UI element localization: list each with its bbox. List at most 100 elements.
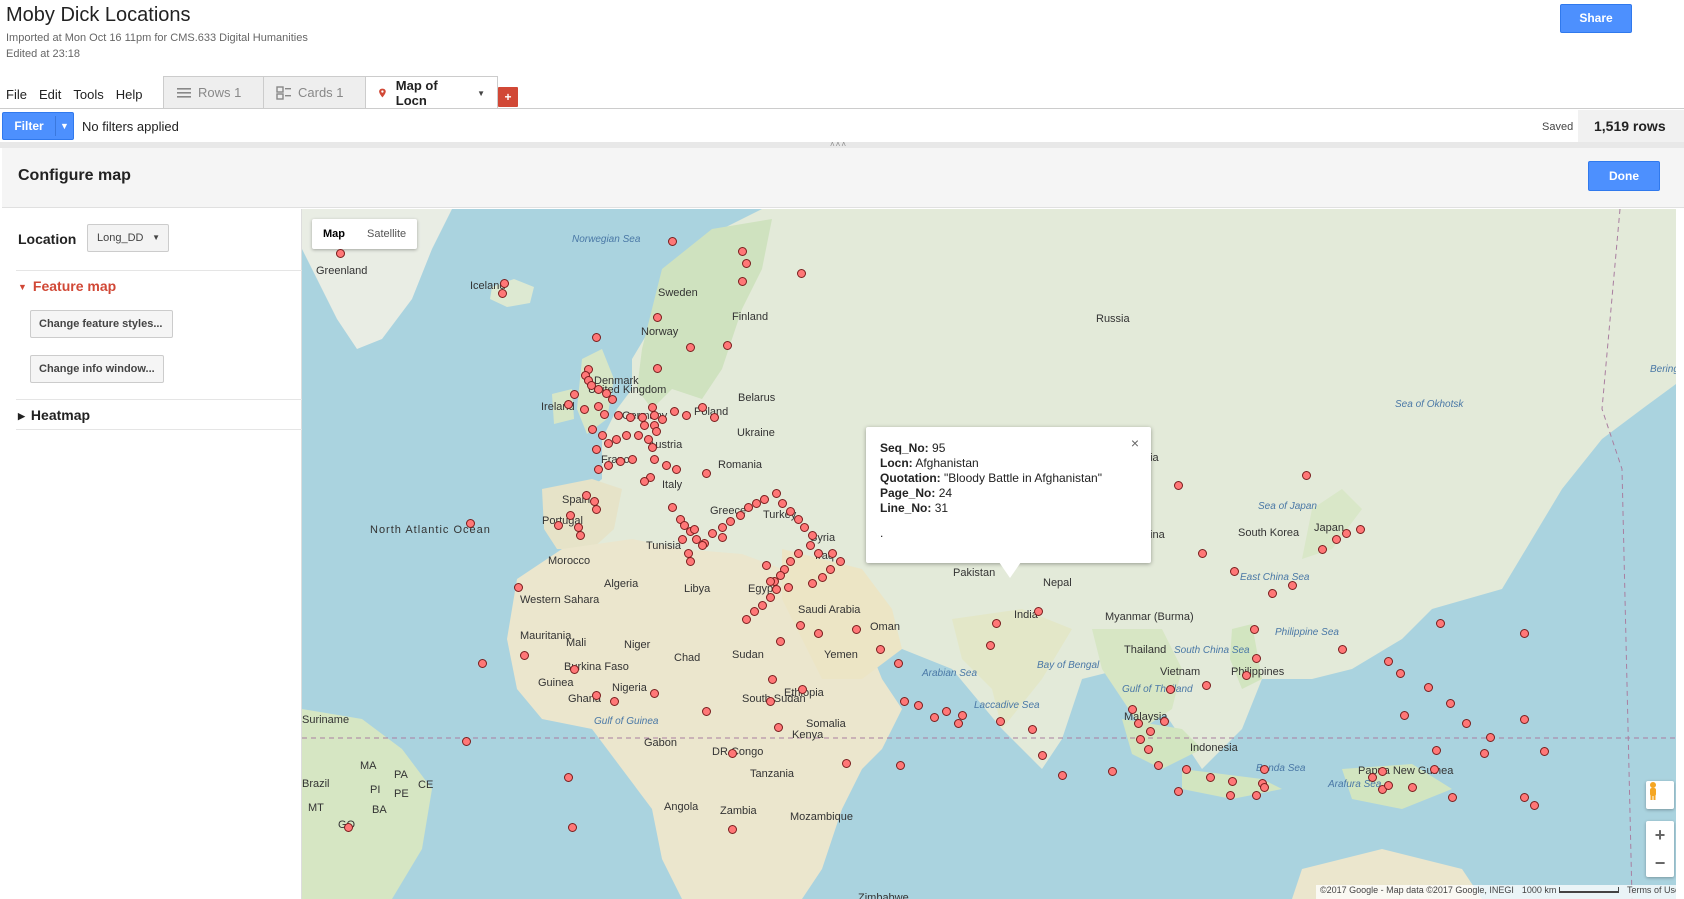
location-marker[interactable] bbox=[762, 561, 771, 570]
location-marker[interactable] bbox=[786, 557, 795, 566]
location-marker[interactable] bbox=[1268, 589, 1277, 598]
location-marker[interactable] bbox=[954, 719, 963, 728]
location-marker[interactable] bbox=[1174, 481, 1183, 490]
location-marker[interactable] bbox=[876, 645, 885, 654]
location-marker[interactable] bbox=[1206, 773, 1215, 782]
location-marker[interactable] bbox=[723, 341, 732, 350]
heatmap-toggle[interactable]: ▶ Heatmap bbox=[18, 407, 90, 423]
location-marker[interactable] bbox=[344, 823, 353, 832]
location-marker[interactable] bbox=[652, 427, 661, 436]
location-marker[interactable] bbox=[738, 247, 747, 256]
location-marker[interactable] bbox=[1134, 719, 1143, 728]
location-marker[interactable] bbox=[1166, 685, 1175, 694]
location-marker[interactable] bbox=[653, 313, 662, 322]
document-title[interactable]: Moby Dick Locations bbox=[6, 4, 191, 27]
location-marker[interactable] bbox=[1338, 645, 1347, 654]
location-marker[interactable] bbox=[742, 259, 751, 268]
location-marker[interactable] bbox=[1250, 625, 1259, 634]
location-marker[interactable] bbox=[806, 541, 815, 550]
location-marker[interactable] bbox=[604, 439, 613, 448]
location-marker[interactable] bbox=[628, 455, 637, 464]
location-marker[interactable] bbox=[672, 465, 681, 474]
location-marker[interactable] bbox=[736, 511, 745, 520]
location-marker[interactable] bbox=[668, 503, 677, 512]
location-marker[interactable] bbox=[1446, 699, 1455, 708]
map-canvas[interactable]: Map Satellite Norwegian Sea Greenland Icel… bbox=[302, 209, 1676, 899]
location-marker[interactable] bbox=[774, 723, 783, 732]
location-marker[interactable] bbox=[1432, 746, 1441, 755]
tab-cards[interactable]: Cards 1 bbox=[263, 76, 366, 108]
location-marker[interactable] bbox=[1182, 765, 1191, 774]
location-marker[interactable] bbox=[604, 461, 613, 470]
location-marker[interactable] bbox=[564, 773, 573, 782]
location-marker[interactable] bbox=[1288, 581, 1297, 590]
location-marker[interactable] bbox=[742, 615, 751, 624]
location-marker[interactable] bbox=[614, 411, 623, 420]
map-type-map[interactable]: Map bbox=[312, 219, 356, 249]
location-marker[interactable] bbox=[626, 413, 635, 422]
location-marker[interactable] bbox=[616, 457, 625, 466]
location-marker[interactable] bbox=[800, 523, 809, 532]
location-marker[interactable] bbox=[996, 717, 1005, 726]
chevron-down-icon[interactable]: ▼ bbox=[477, 89, 485, 98]
done-button[interactable]: Done bbox=[1588, 161, 1660, 191]
location-marker[interactable] bbox=[1530, 801, 1539, 810]
menu-edit[interactable]: Edit bbox=[33, 86, 67, 108]
location-marker[interactable] bbox=[634, 431, 643, 440]
location-marker[interactable] bbox=[1480, 749, 1489, 758]
location-marker[interactable] bbox=[766, 697, 775, 706]
menu-help[interactable]: Help bbox=[110, 86, 149, 108]
location-marker[interactable] bbox=[592, 445, 601, 454]
location-marker[interactable] bbox=[1260, 783, 1269, 792]
location-marker[interactable] bbox=[1378, 767, 1387, 776]
location-marker[interactable] bbox=[686, 343, 695, 352]
location-marker[interactable] bbox=[914, 701, 923, 710]
location-marker[interactable] bbox=[608, 395, 617, 404]
location-marker[interactable] bbox=[842, 759, 851, 768]
location-marker[interactable] bbox=[1228, 777, 1237, 786]
location-marker[interactable] bbox=[1198, 549, 1207, 558]
location-marker[interactable] bbox=[760, 495, 769, 504]
location-marker[interactable] bbox=[1436, 619, 1445, 628]
location-marker[interactable] bbox=[958, 711, 967, 720]
location-marker[interactable] bbox=[698, 541, 707, 550]
location-marker[interactable] bbox=[1058, 771, 1067, 780]
menu-tools[interactable]: Tools bbox=[67, 86, 109, 108]
location-marker[interactable] bbox=[570, 390, 579, 399]
location-marker[interactable] bbox=[1520, 629, 1529, 638]
location-marker[interactable] bbox=[814, 549, 823, 558]
location-marker[interactable] bbox=[900, 697, 909, 706]
location-marker[interactable] bbox=[698, 403, 707, 412]
location-marker[interactable] bbox=[1342, 529, 1351, 538]
location-marker[interactable] bbox=[566, 511, 575, 520]
location-marker[interactable] bbox=[1154, 761, 1163, 770]
location-marker[interactable] bbox=[600, 410, 609, 419]
location-marker[interactable] bbox=[798, 685, 807, 694]
location-marker[interactable] bbox=[1160, 717, 1169, 726]
location-marker[interactable] bbox=[894, 659, 903, 668]
location-marker[interactable] bbox=[612, 435, 621, 444]
location-marker[interactable] bbox=[1462, 719, 1471, 728]
location-marker[interactable] bbox=[718, 523, 727, 532]
location-marker[interactable] bbox=[592, 691, 601, 700]
location-marker[interactable] bbox=[1520, 715, 1529, 724]
location-marker[interactable] bbox=[1332, 535, 1341, 544]
location-marker[interactable] bbox=[610, 697, 619, 706]
location-marker[interactable] bbox=[640, 421, 649, 430]
location-marker[interactable] bbox=[814, 629, 823, 638]
location-marker[interactable] bbox=[592, 333, 601, 342]
location-marker[interactable] bbox=[588, 425, 597, 434]
location-marker[interactable] bbox=[836, 557, 845, 566]
location-marker[interactable] bbox=[1146, 727, 1155, 736]
tab-rows[interactable]: Rows 1 bbox=[163, 76, 264, 108]
location-marker[interactable] bbox=[498, 289, 507, 298]
location-marker[interactable] bbox=[986, 641, 995, 650]
location-marker[interactable] bbox=[992, 619, 1001, 628]
location-marker[interactable] bbox=[1368, 773, 1377, 782]
location-marker[interactable] bbox=[778, 499, 787, 508]
location-marker[interactable] bbox=[653, 364, 662, 373]
location-marker[interactable] bbox=[1242, 671, 1251, 680]
close-icon[interactable]: × bbox=[1131, 435, 1139, 451]
location-marker[interactable] bbox=[570, 665, 579, 674]
location-select[interactable]: Long_DD ▼ bbox=[87, 224, 169, 252]
